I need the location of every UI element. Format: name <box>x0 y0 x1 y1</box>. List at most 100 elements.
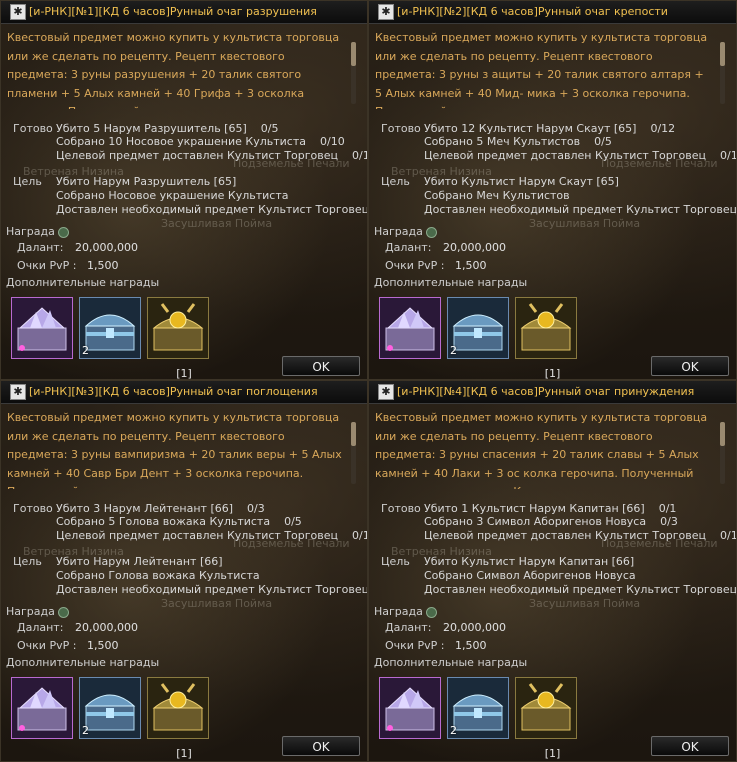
ready-label: Готово <box>13 122 53 135</box>
info-icon[interactable] <box>57 606 69 618</box>
ready-item-2: Собрано 5 Меч Культистов 0/5 <box>424 135 612 148</box>
goal-item-1: Убито Нарум Разрушитель [65] <box>56 175 237 188</box>
ready-item-2: Собрано 5 Голова вожака Культиста 0/5 <box>56 515 302 528</box>
pvp-value: 1,500 <box>87 259 119 272</box>
reward-slot-crystal-chest[interactable] <box>379 297 441 359</box>
reward-slot-blue-chest[interactable]: 2 <box>79 677 141 739</box>
quest-description: Квестовый предмет можно купить у культис… <box>375 31 708 109</box>
description-scrollbar[interactable] <box>351 422 356 484</box>
ok-button[interactable]: OK <box>651 736 729 756</box>
slot-count: 2 <box>82 724 89 737</box>
crystal-chest-icon <box>380 298 440 358</box>
ok-button[interactable]: OK <box>651 356 729 376</box>
reward-label: Награда <box>374 225 437 238</box>
description-scrollbar[interactable] <box>351 42 356 104</box>
blue-chest-icon <box>448 678 508 738</box>
description-scrollbar[interactable] <box>720 422 725 484</box>
goal-item-3: Доставлен необходимый предмет Культист Т… <box>56 583 368 596</box>
reward-slot-gold-chest[interactable] <box>515 297 577 359</box>
slot-count: 2 <box>82 344 89 357</box>
reward-slots: 2 <box>379 677 577 741</box>
gold-chest-icon <box>148 298 208 358</box>
pvp-value: 1,500 <box>455 639 487 652</box>
reward-slot-crystal-chest[interactable] <box>11 297 73 359</box>
ready-label: Готово <box>381 502 421 515</box>
slot-count: 2 <box>450 724 457 737</box>
ready-item-3: Целевой предмет доставлен Культист Торго… <box>56 529 368 542</box>
ready-item-1: Убито 5 Нарум Разрушитель [65] 0/5 <box>56 122 278 135</box>
reward-slots: 2 <box>379 297 577 361</box>
ready-item-text: Целевой предмет доставлен Культист Торго… <box>56 149 339 162</box>
crystal-chest-icon <box>12 678 72 738</box>
quest-panel-1: Плато Печали Подземелье Печали Ветреная … <box>0 0 368 380</box>
quest-icon: ✱ <box>378 384 394 400</box>
ready-item-text: Целевой предмет доставлен Культист Торго… <box>424 529 707 542</box>
pvp-label: Очки PvP : <box>17 259 77 272</box>
title-bar[interactable]: ✱ [и-РНК][№1][КД 6 часов]Рунный очаг раз… <box>1 1 367 24</box>
gold-chest-icon <box>148 678 208 738</box>
ready-item-count: 0/1 <box>352 529 368 542</box>
reward-slot-blue-chest[interactable]: 2 <box>447 677 509 739</box>
map-label-dry-floodplain: Засушливая Пойма <box>161 597 273 610</box>
reward-slot-crystal-chest[interactable] <box>11 677 73 739</box>
ready-item-1: Убито 1 Культист Нарум Капитан [66] 0/1 <box>424 502 676 515</box>
pvp-value: 1,500 <box>87 639 119 652</box>
ready-item-1: Убито 3 Нарум Лейтенант [66] 0/3 <box>56 502 265 515</box>
ok-button[interactable]: OK <box>282 356 360 376</box>
reward-slot-blue-chest[interactable]: 2 <box>79 297 141 359</box>
quest-description: Квестовый предмет можно купить у культис… <box>7 31 340 109</box>
ready-item-count: 0/10 <box>320 135 345 148</box>
reward-slot-crystal-chest[interactable] <box>379 677 441 739</box>
extra-rewards-label: Дополнительные награды <box>6 656 160 669</box>
adena-label: Далант: <box>17 621 64 634</box>
blue-chest-icon <box>448 298 508 358</box>
goal-item-1: Убито Нарум Лейтенант [66] <box>56 555 223 568</box>
adena-label: Далант: <box>385 621 432 634</box>
ready-item-text: Собрано 5 Меч Культистов <box>424 135 581 148</box>
extra-rewards-label: Дополнительные награды <box>374 276 528 289</box>
ok-button[interactable]: OK <box>282 736 360 756</box>
gold-chest-icon <box>516 298 576 358</box>
ready-item-count: 0/5 <box>284 515 302 528</box>
ready-item-count: 0/12 <box>650 122 676 135</box>
reward-slots: 2 <box>11 297 209 361</box>
info-icon[interactable] <box>425 606 437 618</box>
quest-title: [и-РНК][№3][КД 6 часов]Рунный очаг погло… <box>29 385 318 398</box>
description-scrollbar[interactable] <box>720 42 725 104</box>
quest-window-grid: Плато Печали Подземелье Печали Ветреная … <box>0 0 737 762</box>
title-bar[interactable]: ✱ [и-РНК][№4][КД 6 часов]Рунный очаг при… <box>369 381 736 404</box>
reward-slots: 2 <box>11 677 209 741</box>
ready-item-count: 0/1 <box>720 529 737 542</box>
adena-label: Далант: <box>385 241 432 254</box>
reward-label: Награда <box>6 605 69 618</box>
adena-label: Далант: <box>17 241 64 254</box>
info-icon[interactable] <box>57 226 69 238</box>
reward-slot-gold-chest[interactable] <box>147 297 209 359</box>
extra-rewards-label: Дополнительные награды <box>374 656 528 669</box>
reward-slot-blue-chest[interactable]: 2 <box>447 297 509 359</box>
ready-item-text: Целевой предмет доставлен Культист Торго… <box>424 149 707 162</box>
info-icon[interactable] <box>425 226 437 238</box>
title-bar[interactable]: ✱ [и-РНК][№2][КД 6 часов]Рунный очаг кре… <box>369 1 736 24</box>
slot-count: 2 <box>450 344 457 357</box>
quest-title: [и-РНК][№1][КД 6 часов]Рунный очаг разру… <box>29 5 317 18</box>
adena-value: 20,000,000 <box>443 621 506 634</box>
quest-icon: ✱ <box>10 384 26 400</box>
title-bar[interactable]: ✱ [и-РНК][№3][КД 6 часов]Рунный очаг пог… <box>1 381 367 404</box>
adena-value: 20,000,000 <box>443 241 506 254</box>
pvp-label: Очки PvP : <box>385 259 445 272</box>
ready-item-count: 0/1 <box>658 502 677 515</box>
quest-panel-4: Плато Печали Подземелье Печали Ветреная … <box>368 380 737 762</box>
goal-label: Цель <box>13 555 42 568</box>
crystal-chest-icon <box>380 678 440 738</box>
quest-panel-2: Плато Печали Подземелье Печали Ветреная … <box>368 0 737 380</box>
blue-chest-icon <box>80 298 140 358</box>
adena-value: 20,000,000 <box>75 241 138 254</box>
ready-item-text: Собрано 10 Носовое украшение Культиста <box>56 135 306 148</box>
quest-title: [и-РНК][№4][КД 6 часов]Рунный очаг прину… <box>397 385 695 398</box>
reward-slot-gold-chest[interactable] <box>515 677 577 739</box>
reward-slot-gold-chest[interactable] <box>147 677 209 739</box>
goal-item-1: Убито Культист Нарум Капитан [66] <box>424 555 635 568</box>
ready-item-3: Целевой предмет доставлен Культист Торго… <box>56 149 367 162</box>
ready-item-count: 0/3 <box>660 515 678 528</box>
